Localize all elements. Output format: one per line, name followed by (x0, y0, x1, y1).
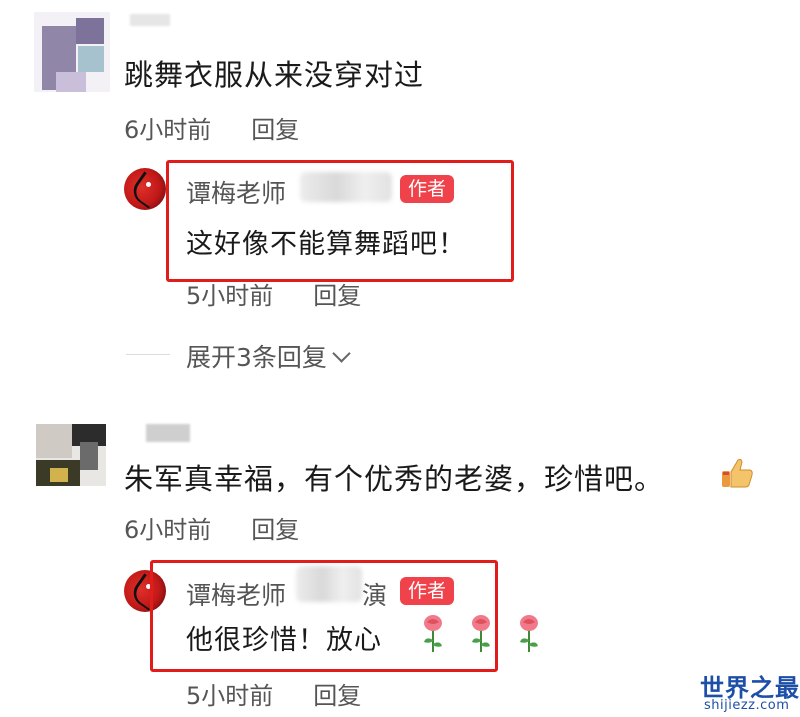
author-avatar[interactable] (124, 168, 166, 210)
reply-time: 5小时前 (186, 682, 274, 710)
reply-meta: 5小时前 回复 (186, 276, 361, 311)
avatar[interactable] (34, 12, 110, 92)
reply-meta: 5小时前 回复 (186, 676, 361, 711)
reply-button[interactable]: 回复 (313, 676, 361, 711)
reply-button[interactable]: 回复 (313, 276, 361, 311)
comment-time: 6小时前 (124, 116, 212, 144)
watermark-url: shijiezz.com (704, 698, 790, 713)
comment-text: 朱军真幸福，有个优秀的老婆，珍惜吧。 (124, 462, 665, 496)
highlight-box (166, 160, 514, 282)
comment-text: 跳舞衣服从来没穿对过 (124, 58, 425, 92)
rose-icon (520, 615, 538, 652)
expand-replies-button[interactable]: 展开3条回复 (186, 338, 351, 374)
username[interactable] (130, 14, 170, 26)
reply-time: 5小时前 (186, 282, 274, 310)
avatar[interactable] (36, 424, 106, 486)
expand-label: 展开3条回复 (186, 343, 327, 372)
reply-button[interactable]: 回复 (251, 510, 299, 545)
username[interactable] (146, 424, 190, 442)
expand-divider (126, 354, 170, 355)
chevron-down-icon (332, 344, 351, 363)
comment-time: 6小时前 (124, 516, 212, 544)
comment-meta: 6小时前 回复 (124, 110, 299, 145)
thumbs-up-icon (722, 458, 753, 488)
highlight-box (150, 560, 498, 672)
comment-meta: 6小时前 回复 (124, 510, 299, 545)
reply-button[interactable]: 回复 (251, 110, 299, 145)
